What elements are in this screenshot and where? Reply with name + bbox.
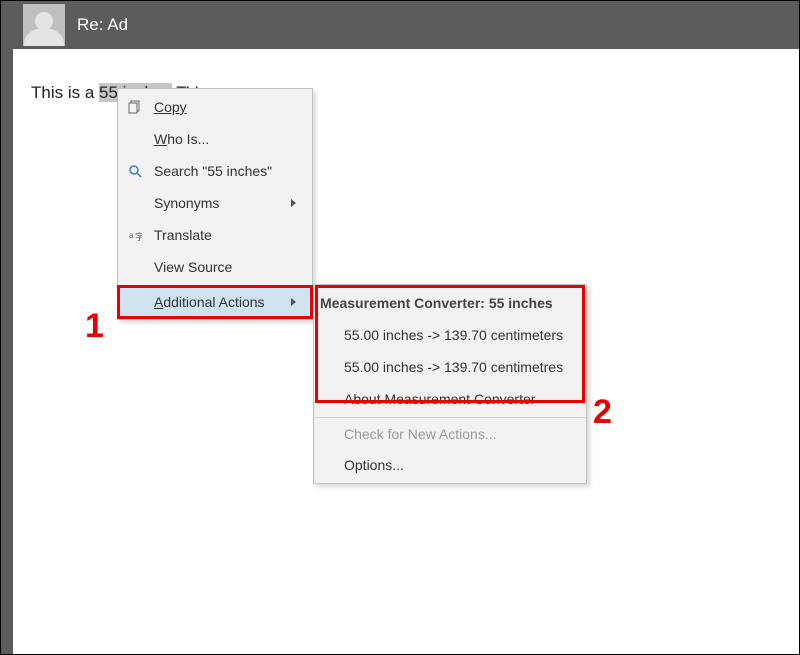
menu-label: Options...: [344, 457, 570, 473]
menu-label: Translate: [154, 227, 296, 243]
menu-label: 55.00 inches -> 139.70 centimeters: [344, 327, 570, 343]
menu-item-search[interactable]: Search "55 inches": [118, 155, 312, 187]
submenu-item-options[interactable]: Options...: [314, 449, 586, 481]
submenu-header[interactable]: Measurement Converter: 55 inches: [314, 287, 586, 319]
menu-item-synonyms[interactable]: Synonyms: [118, 187, 312, 219]
avatar: [23, 4, 65, 46]
menu-label-rest: ho Is...: [167, 131, 209, 147]
menu-label: 55.00 inches -> 139.70 centimetres: [344, 359, 570, 375]
message-header: Re: Ad: [13, 1, 799, 49]
submenu-item-centimetres[interactable]: 55.00 inches -> 139.70 centimetres: [314, 351, 586, 383]
subject-line: Re: Ad: [77, 15, 128, 35]
menu-item-copy[interactable]: Copy: [118, 91, 312, 123]
submenu-item-centimeters[interactable]: 55.00 inches -> 139.70 centimeters: [314, 319, 586, 351]
blank-icon: [124, 130, 146, 148]
menu-label: View Source: [154, 259, 296, 275]
menu-item-whois[interactable]: Who Is...: [118, 123, 312, 155]
svg-text:字: 字: [135, 231, 142, 242]
annotation-number-2: 2: [593, 393, 612, 432]
menu-label: About Measurement Converter: [344, 391, 570, 407]
blank-icon: [124, 258, 146, 276]
menu-item-view-source[interactable]: View Source: [118, 251, 312, 283]
menu-label: Copy: [154, 99, 187, 115]
menu-label-rest: dditional Actions: [163, 294, 264, 310]
annotation-number-1: 1: [85, 307, 104, 346]
menu-item-translate[interactable]: a字 Translate: [118, 219, 312, 251]
left-strip: [1, 1, 13, 654]
submenu-item-about[interactable]: About Measurement Converter: [314, 383, 586, 415]
body-prefix: This is a: [31, 83, 99, 102]
submenu-arrow-icon: [291, 298, 296, 306]
menu-label: Search "55 inches": [154, 163, 296, 179]
copy-icon: [124, 98, 146, 116]
submenu-header-label: Measurement Converter: 55 inches: [320, 295, 570, 311]
svg-text:a: a: [129, 231, 134, 240]
blank-icon: [124, 293, 146, 311]
submenu-item-check-actions: Check for New Actions...: [314, 417, 586, 449]
submenu-arrow-icon: [291, 199, 296, 207]
menu-label-accel: A: [154, 294, 163, 310]
blank-icon: [124, 194, 146, 212]
context-menu: Copy Who Is... Search "55 inches" Synony…: [117, 88, 313, 320]
menu-item-additional-actions[interactable]: Additional Actions: [118, 285, 312, 317]
menu-label-accel: W: [154, 131, 167, 147]
search-icon: [124, 162, 146, 180]
menu-label: Check for New Actions...: [344, 426, 570, 442]
menu-label: Synonyms: [154, 195, 277, 211]
translate-icon: a字: [124, 226, 146, 244]
additional-actions-submenu: Measurement Converter: 55 inches 55.00 i…: [313, 284, 587, 484]
